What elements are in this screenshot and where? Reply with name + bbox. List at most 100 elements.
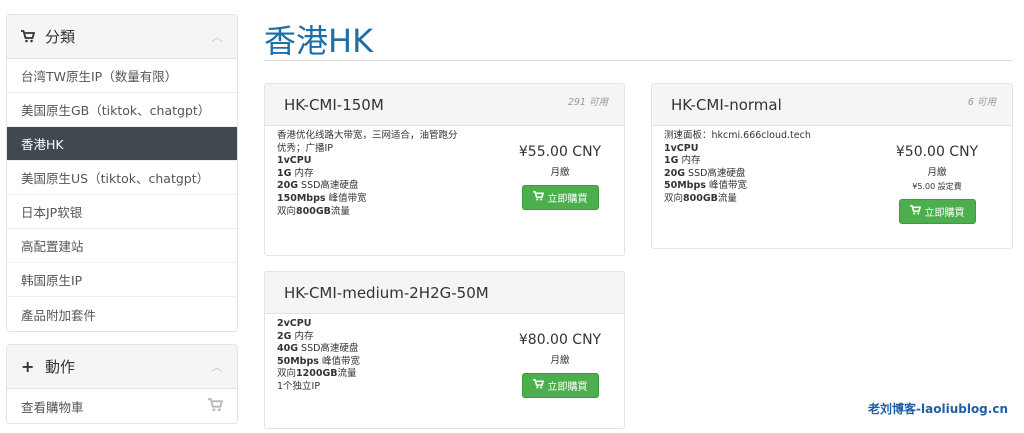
sidebar-category-label: 高配置建站 [21, 239, 84, 254]
cart-icon [21, 30, 37, 43]
view-cart-link[interactable]: 查看購物車 [7, 389, 237, 423]
chevron-up-icon[interactable]: ︿ [211, 28, 223, 45]
product-card: HK-CMI-150M 291 可用香港优化线路大带宽，三网适合，油管跑分 优秀；广… [264, 83, 625, 256]
feature-text: 1个独立IP [277, 380, 321, 392]
cart-icon [208, 397, 224, 415]
actions-title: 動作 [45, 358, 76, 376]
feature-text: 双向 [664, 192, 684, 204]
product-name: HK-CMI-medium-2H2G-50M [284, 283, 489, 302]
price-block: ¥80.00 CNY 月繳立即購買 [505, 332, 615, 398]
feature-value: 1vCPU [664, 142, 699, 154]
billing-cycle: 月繳 [927, 167, 947, 178]
sidebar-category-item[interactable]: 高配置建站 [7, 229, 237, 263]
actions-panel: + 動作 ︿ 查看購物車 [6, 344, 238, 424]
price-block: ¥50.00 CNY 月繳 ¥5.00 設定費立即購買 [882, 144, 992, 224]
sidebar-category-item[interactable]: 美国原生US（tiktok、chatgpt） [7, 161, 237, 195]
feature-text: 测速面板：hkcmi.666cloud.tech [664, 130, 811, 141]
feature-value: 1200GB [296, 368, 338, 380]
sidebar-category-label: 美国原生GB（tiktok、chatgpt） [21, 103, 211, 118]
billing-cycle: 月繳 [550, 355, 570, 366]
order-now-button[interactable]: 立即購買 [521, 185, 599, 210]
title-divider [264, 60, 1012, 61]
price-block: ¥55.00 CNY 月繳立即購買 [505, 144, 615, 210]
feature-value: 1G [277, 167, 292, 179]
feature-text: 优秀；广播IP [277, 142, 334, 154]
feature-text: 双向 [277, 368, 297, 380]
feature-value: 800GB [683, 192, 718, 204]
order-now-label: 立即購買 [547, 382, 588, 393]
sidebar-category-item[interactable]: 產品附加套件 [7, 297, 237, 331]
order-now-button[interactable]: 立即購買 [521, 373, 599, 398]
sidebar-category-label: 產品附加套件 [21, 307, 97, 323]
availability-count: 291 可用 [567, 97, 608, 108]
view-cart-label: 查看購物車 [21, 399, 84, 415]
feature-text: 峰值带宽 [318, 355, 360, 367]
setup-fee: ¥5.00 設定費 [912, 182, 962, 191]
order-now-label: 立即購買 [924, 208, 965, 219]
feature-text: 内存 [291, 330, 314, 342]
feature-text: 峰值带宽 [325, 192, 367, 204]
feature-value: 1vCPU [277, 155, 312, 167]
categories-header[interactable]: 分類 ︿ [7, 15, 237, 59]
page: 分類 ︿ 台湾TW原生IP（数量有限） 美国原生GB（tiktok、chatgpt… [0, 0, 1024, 433]
cart-icon [532, 379, 544, 392]
price: ¥55.00 CNY [518, 144, 602, 160]
product-card: HK-CMI-medium-2H2G-50M 2vCPU 2G 内存 40G SSD高… [264, 271, 625, 429]
actions-header[interactable]: + 動作 ︿ [7, 345, 237, 389]
feature-text: 峰值带宽 [705, 180, 747, 192]
sidebar-category-label: 美国原生US（tiktok、chatgpt） [21, 171, 210, 186]
product-body: 2vCPU 2G 内存 40G SSD高速硬盘 50Mbps 峰值带宽双向1200GB… [265, 314, 624, 398]
categories-panel: 分類 ︿ 台湾TW原生IP（数量有限） 美国原生GB（tiktok、chatgpt… [6, 14, 238, 332]
sidebar-category-item[interactable]: 香港HK [7, 127, 237, 161]
feature-text: SSD高速硬盘 [298, 343, 359, 355]
feature-value: 50Mbps [277, 355, 319, 367]
product-body: 香港优化线路大带宽，三网适合，油管跑分 优秀；广播IP 1vCPU 1G 内存 20G … [265, 126, 624, 218]
price: ¥50.00 CNY [895, 144, 979, 160]
feature-value: 20G [664, 167, 686, 179]
feature-text: 双向 [277, 205, 297, 217]
sidebar-category-label: 日本JP软银 [21, 205, 83, 220]
category-list: 台湾TW原生IP（数量有限） 美国原生GB（tiktok、chatgpt） 香港HK… [7, 59, 237, 331]
order-now-label: 立即購買 [547, 194, 588, 205]
product-body: 测速面板：hkcmi.666cloud.tech 1vCPU 1G 内存 20G SS… [652, 126, 1012, 224]
billing-cycle: 月繳 [550, 167, 570, 178]
feature-text: 流量 [330, 205, 350, 217]
sidebar-category-label: 台湾TW原生IP（数量有限） [21, 69, 178, 84]
price: ¥80.00 CNY [518, 332, 602, 348]
plus-icon: + [21, 357, 35, 376]
feature-line: 测速面板：hkcmi.666cloud.tech [664, 130, 1012, 143]
feature-text: 流量 [717, 192, 737, 204]
feature-value: 1G [664, 155, 679, 167]
feature-value: 2G [277, 330, 292, 342]
chevron-up-icon[interactable]: ︿ [211, 358, 223, 375]
feature-value: 20G [277, 180, 299, 192]
feature-text: 流量 [337, 368, 357, 380]
feature-value: 40G [277, 343, 299, 355]
feature-text: 内存 [678, 155, 701, 167]
feature-line: 香港优化线路大带宽，三网适合，油管跑分 [277, 130, 624, 143]
sidebar-category-label: 香港HK [21, 137, 64, 152]
feature-text: 内存 [291, 167, 314, 179]
product-header: HK-CMI-normal 6 可用 [652, 84, 1012, 126]
cart-icon [532, 191, 544, 204]
availability-count: 6 可用 [967, 97, 996, 108]
sidebar-category-label: 韩国原生IP [21, 273, 83, 288]
feature-value: 800GB [296, 205, 331, 217]
sidebar-category-item[interactable]: 日本JP软银 [7, 195, 237, 229]
order-now-button[interactable]: 立即購買 [898, 199, 976, 224]
sidebar-category-item[interactable]: 韩国原生IP [7, 263, 237, 297]
feature-line: 2vCPU [277, 318, 624, 331]
sidebar-category-item[interactable]: 美国原生GB（tiktok、chatgpt） [7, 93, 237, 127]
feature-value: 50Mbps [664, 180, 706, 192]
feature-value: 150Mbps [277, 192, 326, 204]
product-header: HK-CMI-150M 291 可用 [265, 84, 624, 126]
product-card: HK-CMI-normal 6 可用测速面板：hkcmi.666cloud.tec… [651, 83, 1013, 249]
cart-icon [909, 205, 921, 218]
feature-text: SSD高速硬盘 [685, 167, 746, 179]
product-name: HK-CMI-normal [671, 95, 782, 114]
watermark: 老刘博客-laoliublog.cn [868, 402, 1008, 416]
sidebar-category-item[interactable]: 台湾TW原生IP（数量有限） [7, 59, 237, 93]
product-name: HK-CMI-150M [284, 95, 384, 114]
feature-text: SSD高速硬盘 [298, 180, 359, 192]
page-title: 香港HK [264, 22, 374, 60]
